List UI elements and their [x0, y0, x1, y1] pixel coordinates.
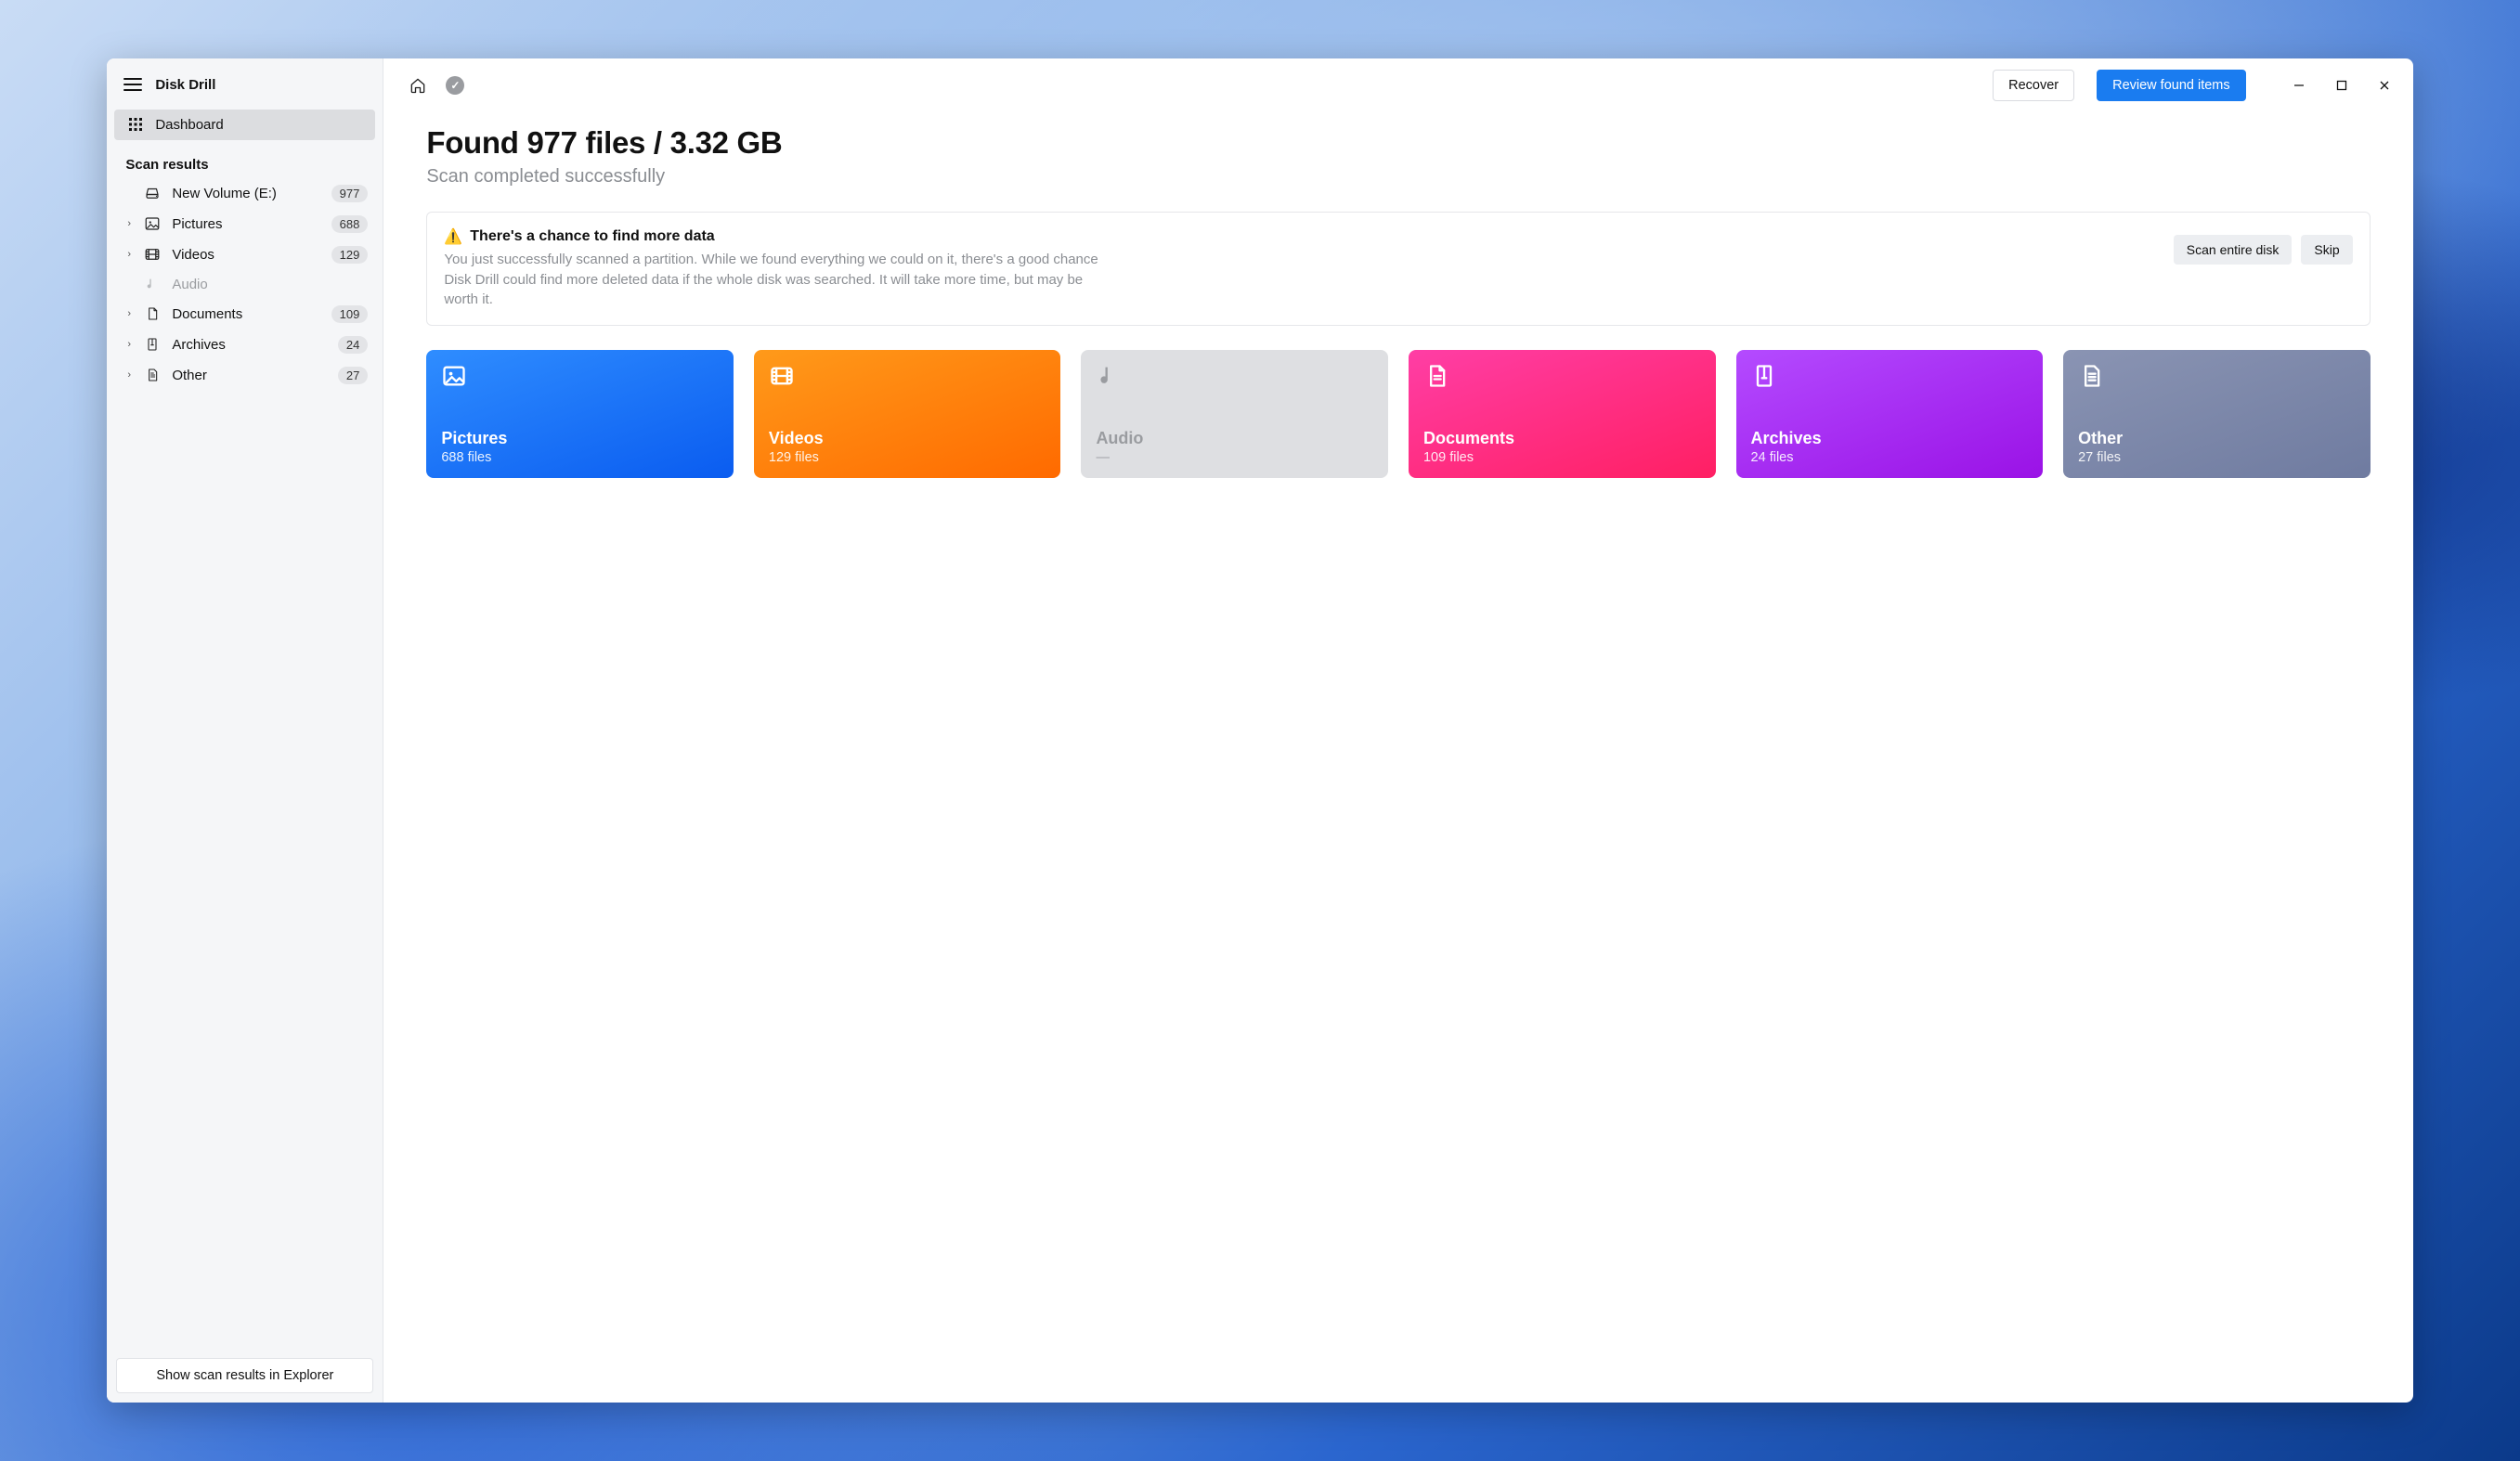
card-sub: 27 files	[2078, 450, 2356, 465]
scan-entire-disk-button[interactable]: Scan entire disk	[2174, 235, 2293, 265]
warning-icon: ⚠️	[444, 227, 462, 246]
sidebar-item-label: Pictures	[172, 216, 331, 232]
card-sub: 688 files	[441, 450, 719, 465]
content: Found 977 files / 3.32 GB Scan completed…	[383, 112, 2412, 478]
card-documents[interactable]: Documents 109 files	[1409, 350, 1716, 478]
music-note-icon	[142, 277, 162, 291]
card-title: Audio	[1096, 429, 1373, 448]
main: ✓ Recover Review found items Found 977 f…	[383, 58, 2412, 1403]
file-icon	[2078, 363, 2356, 391]
app-title: Disk Drill	[155, 77, 215, 93]
file-icon	[142, 367, 162, 383]
status-check-icon: ✓	[443, 73, 467, 97]
image-icon	[142, 215, 162, 232]
music-note-icon	[1096, 363, 1373, 391]
card-sub: 109 files	[1423, 450, 1701, 465]
notice-text: You just successfully scanned a partitio…	[444, 250, 1112, 310]
chevron-right-icon: ›	[127, 339, 138, 350]
skip-button[interactable]: Skip	[2301, 235, 2352, 265]
sidebar-item-other[interactable]: › Other 27	[107, 360, 383, 391]
sidebar-item-label: Documents	[172, 306, 331, 322]
sidebar-item-pictures[interactable]: › Pictures 688	[107, 209, 383, 239]
subhead: Scan completed successfully	[426, 166, 2370, 187]
sidebar-item-audio[interactable]: › Audio	[107, 270, 383, 299]
archive-icon	[1751, 363, 2029, 391]
card-sub: —	[1096, 450, 1373, 465]
card-audio: Audio —	[1081, 350, 1388, 478]
card-pictures[interactable]: Pictures 688 files	[426, 350, 734, 478]
card-title: Videos	[769, 429, 1046, 448]
sidebar-item-documents[interactable]: › Documents 109	[107, 299, 383, 330]
card-archives[interactable]: Archives 24 files	[1736, 350, 2044, 478]
sidebar-section-label: Scan results	[107, 144, 383, 178]
titlebar: ✓ Recover Review found items	[383, 58, 2412, 112]
sidebar-item-label: Videos	[172, 247, 331, 263]
card-title: Documents	[1423, 429, 1701, 448]
sidebar-item-archives[interactable]: › Archives 24	[107, 330, 383, 360]
chevron-right-icon: ›	[127, 218, 138, 229]
minimize-button[interactable]	[2278, 71, 2320, 100]
headline: Found 977 files / 3.32 GB	[426, 125, 2370, 161]
notice-title: There's a chance to find more data	[470, 228, 714, 245]
card-sub: 129 files	[769, 450, 1046, 465]
sidebar-item-videos[interactable]: › Videos 129	[107, 239, 383, 270]
window-controls	[2278, 71, 2406, 100]
recover-button[interactable]: Recover	[1993, 70, 2074, 101]
sidebar-volume-count: 977	[331, 185, 369, 202]
sidebar-volume-label: New Volume (E:)	[172, 186, 331, 201]
review-found-items-button[interactable]: Review found items	[2097, 70, 2246, 101]
document-icon	[1423, 363, 1701, 391]
film-icon	[769, 363, 1046, 391]
hamburger-icon[interactable]	[123, 78, 142, 91]
sidebar: Disk Drill Dashboard Scan results › New …	[107, 58, 383, 1403]
nav-dashboard[interactable]: Dashboard	[114, 110, 375, 140]
sidebar-item-count: 109	[331, 305, 369, 323]
chevron-right-icon: ›	[127, 369, 138, 381]
card-title: Archives	[1751, 429, 2029, 448]
sidebar-header: Disk Drill	[107, 68, 383, 106]
card-title: Other	[2078, 429, 2356, 448]
sidebar-volume[interactable]: › New Volume (E:) 977	[107, 178, 383, 209]
chevron-right-icon: ›	[127, 249, 138, 260]
category-cards: Pictures 688 files Videos 129 files	[426, 350, 2370, 478]
sidebar-item-count: 27	[338, 367, 368, 384]
sidebar-item-count: 129	[331, 246, 369, 264]
sidebar-item-label: Audio	[172, 277, 373, 292]
notice-panel: ⚠️ There's a chance to find more data Yo…	[426, 212, 2370, 326]
grid-icon	[127, 117, 144, 132]
card-videos[interactable]: Videos 129 files	[754, 350, 1061, 478]
image-icon	[441, 363, 719, 391]
card-title: Pictures	[441, 429, 719, 448]
film-icon	[142, 246, 162, 263]
archive-icon	[142, 336, 162, 353]
chevron-right-icon: ›	[127, 308, 138, 319]
close-button[interactable]	[2363, 71, 2406, 100]
sidebar-item-count: 688	[331, 215, 369, 233]
home-button[interactable]	[406, 73, 430, 97]
document-icon	[142, 305, 162, 322]
card-sub: 24 files	[1751, 450, 2029, 465]
show-in-explorer-button[interactable]: Show scan results in Explorer	[116, 1358, 373, 1393]
card-other[interactable]: Other 27 files	[2063, 350, 2371, 478]
maximize-button[interactable]	[2320, 71, 2363, 100]
sidebar-item-count: 24	[338, 336, 368, 354]
disk-icon	[142, 185, 162, 201]
sidebar-item-label: Other	[172, 368, 338, 383]
sidebar-footer: Show scan results in Explorer	[107, 1349, 383, 1403]
nav-dashboard-label: Dashboard	[155, 117, 223, 133]
app-window: Disk Drill Dashboard Scan results › New …	[107, 58, 2412, 1403]
sidebar-item-label: Archives	[172, 337, 338, 353]
